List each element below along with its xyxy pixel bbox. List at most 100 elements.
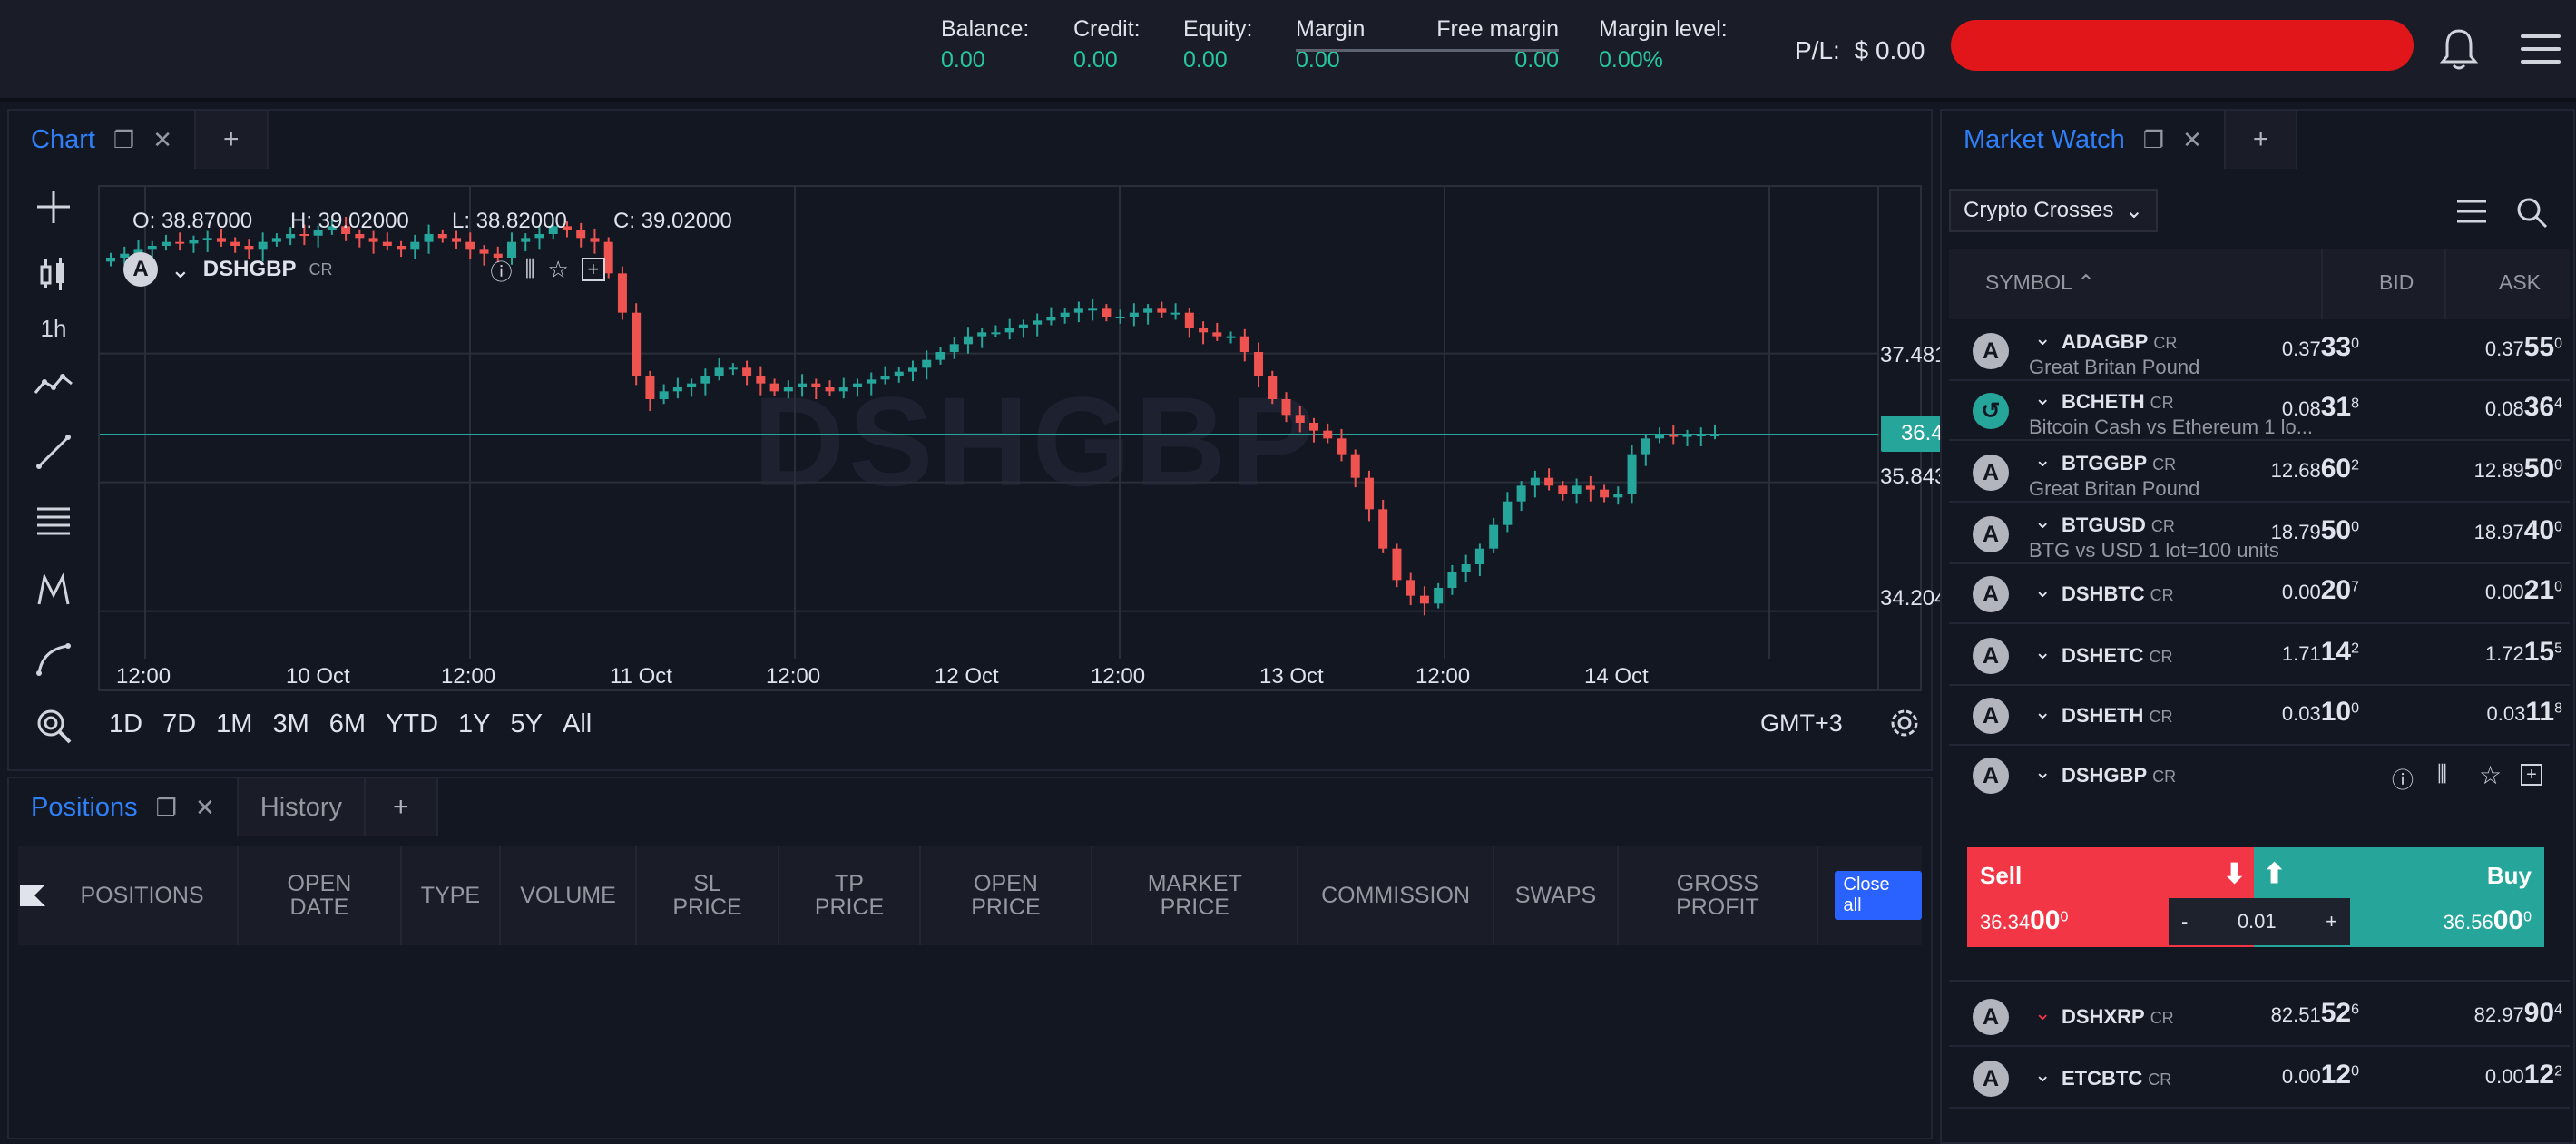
col-commission[interactable]: COMMISSION <box>1298 846 1494 945</box>
candle-body <box>769 383 779 392</box>
market-watch-row[interactable]: A ⌄ ADAGBP CR Great Britan Pound 0.37330 0.375… <box>1949 321 2570 381</box>
market-watch-row[interactable]: A ⌄ DSHXRP CR 82.51526 82.97904 <box>1949 987 2570 1047</box>
col-swaps[interactable]: SWAPS <box>1494 846 1620 945</box>
close-icon[interactable]: ✕ <box>195 794 215 822</box>
info-icon[interactable]: ⓘ <box>2392 762 2414 794</box>
col-market-price[interactable]: MARKET PRICE <box>1092 846 1299 945</box>
col-open-date[interactable]: OPEN DATE <box>239 846 402 945</box>
range-ytd[interactable]: YTD <box>386 709 438 739</box>
chevron-down-icon[interactable]: ⌄ <box>2034 640 2051 664</box>
add-icon[interactable]: + <box>2521 764 2542 786</box>
range-3m[interactable]: 3M <box>272 709 309 739</box>
header-divider <box>2321 249 2323 319</box>
col-bid[interactable]: BID <box>2379 270 2414 295</box>
col-symbol[interactable]: SYMBOL ⌃ <box>1985 270 2095 295</box>
range-1y[interactable]: 1Y <box>458 709 490 739</box>
candle <box>424 224 434 254</box>
symbol-group-select[interactable]: Crypto Crosses ⌄ <box>1949 189 2158 232</box>
tab-chart[interactable]: Chart ❐ ✕ <box>9 111 197 169</box>
market-watch-row[interactable]: ↺ ⌄ BCHETH CR Bitcoin Cash vs Ethereum 1 lo.… <box>1949 381 2570 441</box>
range-6m[interactable]: 6M <box>329 709 366 739</box>
timeframe-selector[interactable]: 1h <box>22 305 85 352</box>
popout-icon[interactable]: ❐ <box>156 794 177 822</box>
popout-icon[interactable]: ❐ <box>113 126 134 154</box>
candle <box>908 360 917 382</box>
pattern-tool-icon[interactable] <box>22 566 85 613</box>
close-all-button[interactable]: Close all <box>1834 871 1922 920</box>
curve-tool-icon[interactable] <box>22 635 85 682</box>
tab-positions[interactable]: Positions ❐ ✕ <box>9 778 239 836</box>
chevron-down-icon[interactable]: ⌄ <box>2034 1002 2051 1025</box>
qty-decrease-button[interactable]: - <box>2169 910 2200 934</box>
indicators-icon[interactable] <box>22 361 85 408</box>
star-icon[interactable]: ☆ <box>548 256 569 284</box>
market-watch-row[interactable]: A ⌄ DSHBTC CR 0.00207 0.00210 <box>1949 564 2570 624</box>
range-5y[interactable]: 5Y <box>511 709 543 739</box>
chevron-down-icon[interactable]: ⌄ <box>2034 448 2051 472</box>
chevron-down-icon[interactable]: ⌄ <box>2034 760 2051 784</box>
market-watch-row[interactable]: A ⌄ BTGUSD CR BTG vs USD 1 lot=100 units 18.7… <box>1949 504 2570 564</box>
chevron-down-icon[interactable]: ⌄ <box>2034 386 2051 410</box>
add-tab-button[interactable]: + <box>196 111 269 169</box>
candle-body <box>880 376 890 380</box>
candle-body <box>397 246 406 250</box>
candle <box>1655 427 1665 444</box>
col-sl-price[interactable]: SL PRICE <box>637 846 780 945</box>
tab-history[interactable]: History <box>239 778 367 836</box>
candles-icon[interactable]: ⫼ <box>524 257 534 282</box>
qty-input[interactable]: 0.01 <box>2225 910 2289 934</box>
gear-icon[interactable] <box>1885 704 1924 742</box>
candles-icon[interactable]: ⫼ <box>2437 762 2447 787</box>
candle-body <box>175 241 185 244</box>
candle-body <box>977 332 987 337</box>
candlestick-type-icon[interactable] <box>22 250 85 298</box>
market-watch-header: SYMBOL ⌃ BID ASK <box>1949 249 2570 319</box>
add-tab-button[interactable]: + <box>366 778 438 836</box>
search-icon[interactable] <box>2515 196 2548 229</box>
add-icon[interactable]: + <box>581 258 605 281</box>
col-tp-price[interactable]: TP PRICE <box>779 846 921 945</box>
chevron-down-icon[interactable]: ⌄ <box>2034 327 2051 350</box>
info-icon[interactable]: ⓘ <box>490 254 512 286</box>
hamburger-menu-icon[interactable] <box>2521 34 2561 64</box>
range-all[interactable]: All <box>563 709 592 739</box>
qty-increase-button[interactable]: + <box>2313 910 2350 934</box>
popout-icon[interactable]: ❐ <box>2143 126 2164 154</box>
market-watch-row[interactable]: A ⌄ DSHETC CR 1.71142 1.72155 <box>1949 626 2570 686</box>
timezone-label[interactable]: GMT+3 <box>1760 709 1843 738</box>
range-1m[interactable]: 1M <box>216 709 252 739</box>
redacted-account[interactable] <box>1951 20 2414 71</box>
range-7d[interactable]: 7D <box>162 709 196 739</box>
tab-market-watch[interactable]: Market Watch ❐ ✕ <box>1942 111 2226 169</box>
close-icon[interactable]: ✕ <box>152 126 172 154</box>
chevron-down-icon[interactable]: ⌄ <box>2034 579 2051 602</box>
crosshair-icon[interactable] <box>22 183 85 230</box>
col-volume[interactable]: VOLUME <box>501 846 637 945</box>
col-type[interactable]: TYPE <box>402 846 502 945</box>
trend-line-icon[interactable] <box>22 428 85 475</box>
market-watch-row[interactable]: A ⌄ DSHETH CR 0.03100 0.03118 <box>1949 686 2570 746</box>
horizontal-lines-icon[interactable] <box>22 497 85 544</box>
col-positions[interactable]: POSITIONS <box>47 846 240 945</box>
market-watch-row[interactable]: A ⌄ ETCBTC CR 0.00120 0.00122 <box>1949 1049 2570 1109</box>
candle <box>1530 470 1540 498</box>
chevron-down-icon[interactable]: ⌄ <box>2034 1063 2051 1087</box>
row-symbol-name: DSHXRP <box>2062 1005 2145 1028</box>
list-icon[interactable] <box>2455 198 2488 225</box>
col-gross-profit[interactable]: GROSS PROFIT <box>1619 846 1818 945</box>
add-tab-button[interactable]: + <box>2226 111 2298 169</box>
bell-icon[interactable] <box>2439 27 2479 71</box>
range-1d[interactable]: 1D <box>109 709 142 739</box>
col-ask[interactable]: ASK <box>2499 270 2541 295</box>
chevron-down-icon[interactable]: ⌄ <box>171 256 191 284</box>
zoom-icon[interactable] <box>22 702 85 749</box>
row-description: Great Britan Pound <box>2029 356 2200 378</box>
row-symbol: DSHETC CR <box>2062 644 2172 668</box>
market-watch-row[interactable]: A ⌄ BTGGBP CR Great Britan Pound 12.68602 12.8… <box>1949 443 2570 503</box>
col-open-price[interactable]: OPEN PRICE <box>921 846 1093 945</box>
star-icon[interactable]: ☆ <box>2479 760 2502 790</box>
price-chart[interactable]: DSHGBP O: 38.87000 H: 39.02000 L: 38.820… <box>98 185 2012 691</box>
close-icon[interactable]: ✕ <box>2182 126 2202 154</box>
chevron-down-icon[interactable]: ⌄ <box>2034 510 2051 533</box>
chevron-down-icon[interactable]: ⌄ <box>2034 700 2051 724</box>
